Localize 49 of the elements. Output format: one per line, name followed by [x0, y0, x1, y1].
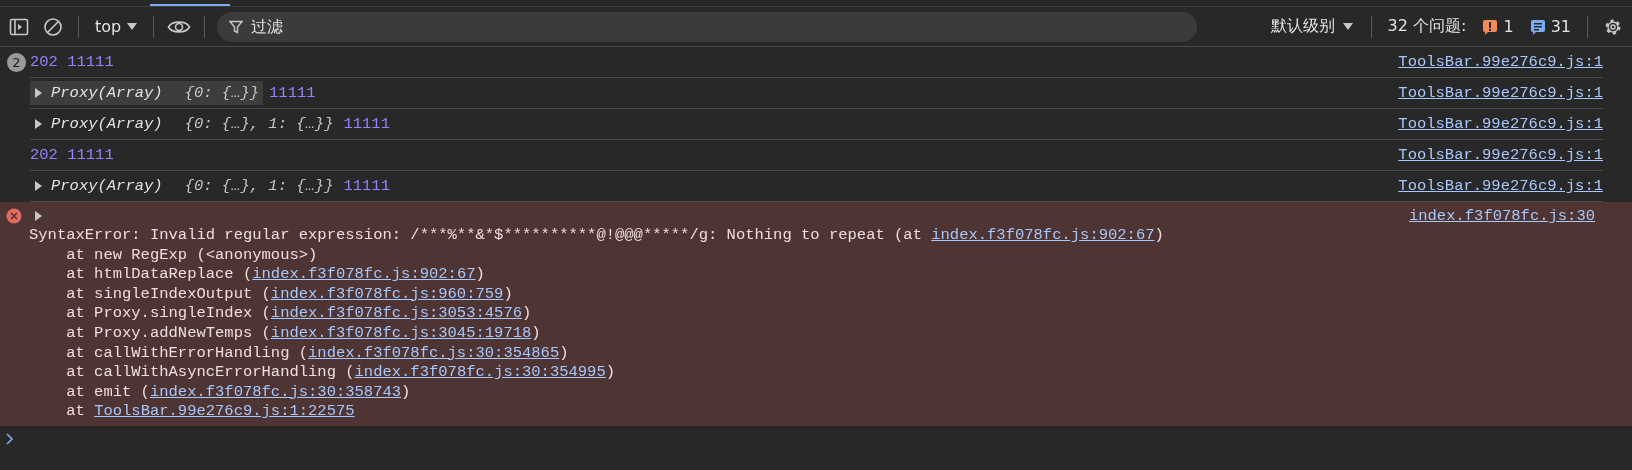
log-text: 202 11111	[30, 53, 114, 71]
stack-line: SyntaxError: Invalid regular expression: /***%**&*$**********@!@@@*****/g: Nothing to repeat (at index.f3f078fc.js:902:67)	[29, 226, 1165, 246]
stack-line: at new RegExp (<anonymous>)	[65, 245, 319, 266]
source-link[interactable]: ToolsBar.99e276c9.js:1	[1398, 177, 1603, 195]
repeat-count: 2	[7, 52, 26, 72]
stack-line: at emit (index.f3f078fc.js:30:358743)	[65, 382, 412, 403]
source-link[interactable]: index.f3f078fc.js:30:354865	[308, 343, 560, 362]
object-preview[interactable]: Proxy(Array) {0: {…}, 1: {…}}	[30, 112, 338, 136]
source-link[interactable]: ToolsBar.99e276c9.js:1	[1398, 115, 1603, 133]
source-link[interactable]: index.f3f078fc.js:30	[1408, 207, 1595, 225]
log-value: 11111	[269, 84, 316, 102]
object-preview[interactable]: Proxy(Array) {0: {…}}	[30, 81, 264, 105]
prompt-icon	[6, 432, 14, 445]
object-preview[interactable]: Proxy(Array) {0: {…}, 1: {…}}	[30, 174, 338, 198]
stack-line: at singleIndexOutput (index.f3f078fc.js:960:759)	[65, 284, 514, 305]
source-link[interactable]: ToolsBar.99e276c9.js:1	[1398, 84, 1603, 102]
filter-field[interactable]: 过滤	[217, 11, 1197, 42]
expand-icon[interactable]	[34, 211, 43, 221]
message-icon	[1529, 18, 1546, 35]
stack-line: at htmlDataReplace (index.f3f078fc.js:902:67)	[65, 265, 486, 285]
expand-icon[interactable]	[34, 119, 43, 129]
context-dropdown[interactable]: top	[91, 17, 142, 36]
source-link[interactable]: index.f3f078fc.js:3045:19718	[270, 323, 532, 342]
level-dropdown[interactable]: 默认级别	[1264, 16, 1359, 37]
source-link[interactable]: index.f3f078fc.js:902:67	[931, 226, 1155, 244]
error-icon	[6, 208, 22, 224]
expand-icon[interactable]	[34, 88, 43, 98]
log-value: 11111	[343, 115, 390, 133]
log-text: 202 11111	[30, 146, 114, 164]
source-link[interactable]: ToolsBar.99e276c9.js:1:22575	[94, 402, 355, 421]
stack-line: at Proxy.singleIndex (index.f3f078fc.js:3053:4576)	[65, 304, 533, 324]
source-link[interactable]: index.f3f078fc.js:960:759	[270, 284, 504, 303]
caret-icon	[127, 23, 138, 30]
expand-icon[interactable]	[34, 181, 43, 191]
warning-icon	[1482, 18, 1499, 35]
source-link[interactable]: index.f3f078fc.js:902:67	[252, 265, 476, 284]
issues-button[interactable]: 32 个问题: 1 31	[1383, 16, 1575, 37]
source-link[interactable]: index.f3f078fc.js:30:354995	[354, 363, 606, 382]
stack-line: at callWithAsyncErrorHandling (index.f3f078fc.js:30:354995)	[65, 363, 617, 383]
caret-icon	[1342, 23, 1353, 30]
stack-line: at Proxy.addNewTemps (index.f3f078fc.js:3045:19718)	[65, 323, 542, 344]
stack-line: at ToolsBar.99e276c9.js:1:22575	[65, 402, 356, 422]
source-link[interactable]: index.f3f078fc.js:30:358743	[149, 382, 402, 401]
log-value: 11111	[343, 177, 390, 195]
source-link[interactable]: index.f3f078fc.js:3053:4576	[270, 304, 522, 323]
stack-line: at callWithErrorHandling (index.f3f078fc.js:30:354865)	[65, 343, 570, 364]
source-link[interactable]: ToolsBar.99e276c9.js:1	[1398, 53, 1603, 71]
filter-icon	[229, 19, 244, 34]
source-link[interactable]: ToolsBar.99e276c9.js:1	[1398, 146, 1603, 164]
